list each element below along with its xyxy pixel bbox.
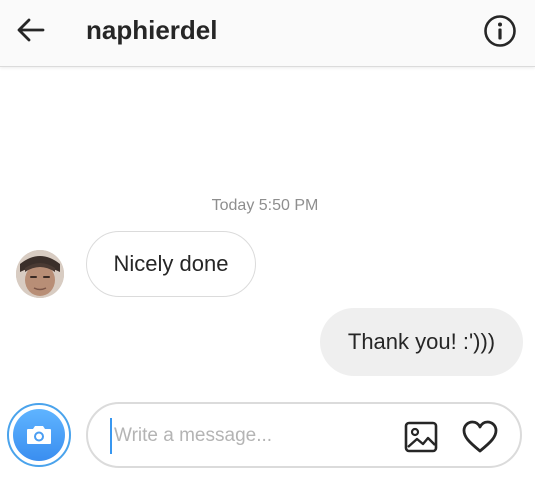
info-circle-icon (484, 15, 516, 47)
like-button[interactable] (460, 418, 500, 456)
camera-button[interactable] (7, 403, 71, 467)
arrow-left-icon (17, 18, 45, 42)
camera-icon (27, 426, 51, 444)
outgoing-message-bubble[interactable]: Thank you! :'))) (320, 308, 523, 376)
message-composer (86, 402, 522, 468)
thread-title[interactable]: naphierdel (86, 14, 217, 46)
info-button[interactable] (482, 13, 518, 49)
camera-button-fill (13, 409, 65, 461)
heart-icon (462, 420, 498, 453)
message-input[interactable] (110, 418, 384, 454)
profile-photo (16, 250, 64, 298)
back-button[interactable] (14, 13, 48, 47)
dm-thread-screen: naphierdel Today 5:50 PM Nicely done Tha… (0, 0, 535, 477)
thread-header: naphierdel (0, 0, 535, 67)
incoming-message-bubble[interactable]: Nicely done (86, 231, 256, 297)
message-timestamp: Today 5:50 PM (211, 197, 319, 214)
message-text: Nicely done (113, 251, 229, 276)
gallery-button[interactable] (402, 418, 440, 456)
avatar[interactable] (16, 250, 64, 298)
message-text: Thank you! :'))) (347, 329, 496, 354)
image-icon (404, 421, 438, 453)
